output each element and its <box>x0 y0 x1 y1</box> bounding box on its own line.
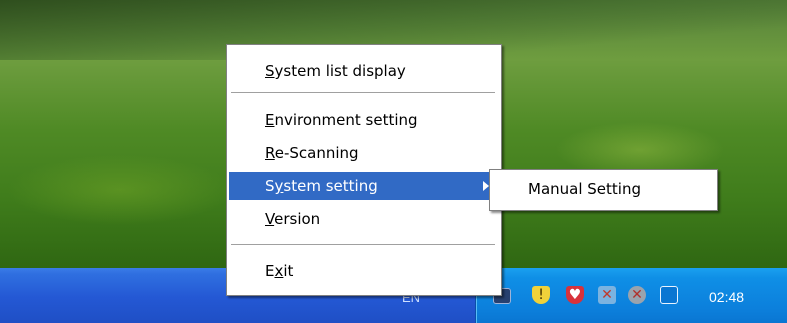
submenu-item-label: Manual Setting <box>528 180 641 198</box>
menu-item-version[interactable]: Version <box>229 205 499 233</box>
menu-separator <box>231 92 495 93</box>
menu-item-label: e-Scanning <box>274 144 359 162</box>
menu-separator <box>231 244 495 245</box>
menu-item-accelerator: R <box>265 144 275 162</box>
menu-item-environment-setting[interactable]: Environment setting <box>229 106 499 134</box>
menu-item-label: ersion <box>274 210 321 228</box>
context-menu: System list display Environment setting … <box>226 44 502 296</box>
menu-item-label: ystem list display <box>274 62 406 80</box>
menu-item-label: it <box>283 262 294 280</box>
menu-item-system-list-display[interactable]: System list display <box>229 57 499 85</box>
messenger-icon[interactable]: ✕ <box>628 286 646 304</box>
menu-item-label: stem setting <box>283 177 378 195</box>
security-shield-icon[interactable]: ! <box>532 286 550 304</box>
network-error-icon[interactable]: ✕ <box>598 286 616 304</box>
clock[interactable]: 02:48 <box>709 289 744 305</box>
antivirus-shield-icon[interactable]: ♥ <box>566 286 584 304</box>
menu-item-accelerator: S <box>265 62 275 80</box>
window-icon[interactable] <box>660 286 678 304</box>
system-setting-submenu: Manual Setting <box>489 169 718 211</box>
menu-item-accelerator: V <box>265 210 275 228</box>
submenu-item-manual-setting[interactable]: Manual Setting <box>492 173 713 205</box>
menu-item-re-scanning[interactable]: Re-Scanning <box>229 139 499 167</box>
menu-item-system-setting[interactable]: System setting <box>229 172 499 200</box>
menu-item-label: nvironment setting <box>274 111 418 129</box>
menu-item-label: S <box>265 177 275 195</box>
menu-item-exit[interactable]: Exit <box>229 257 499 285</box>
